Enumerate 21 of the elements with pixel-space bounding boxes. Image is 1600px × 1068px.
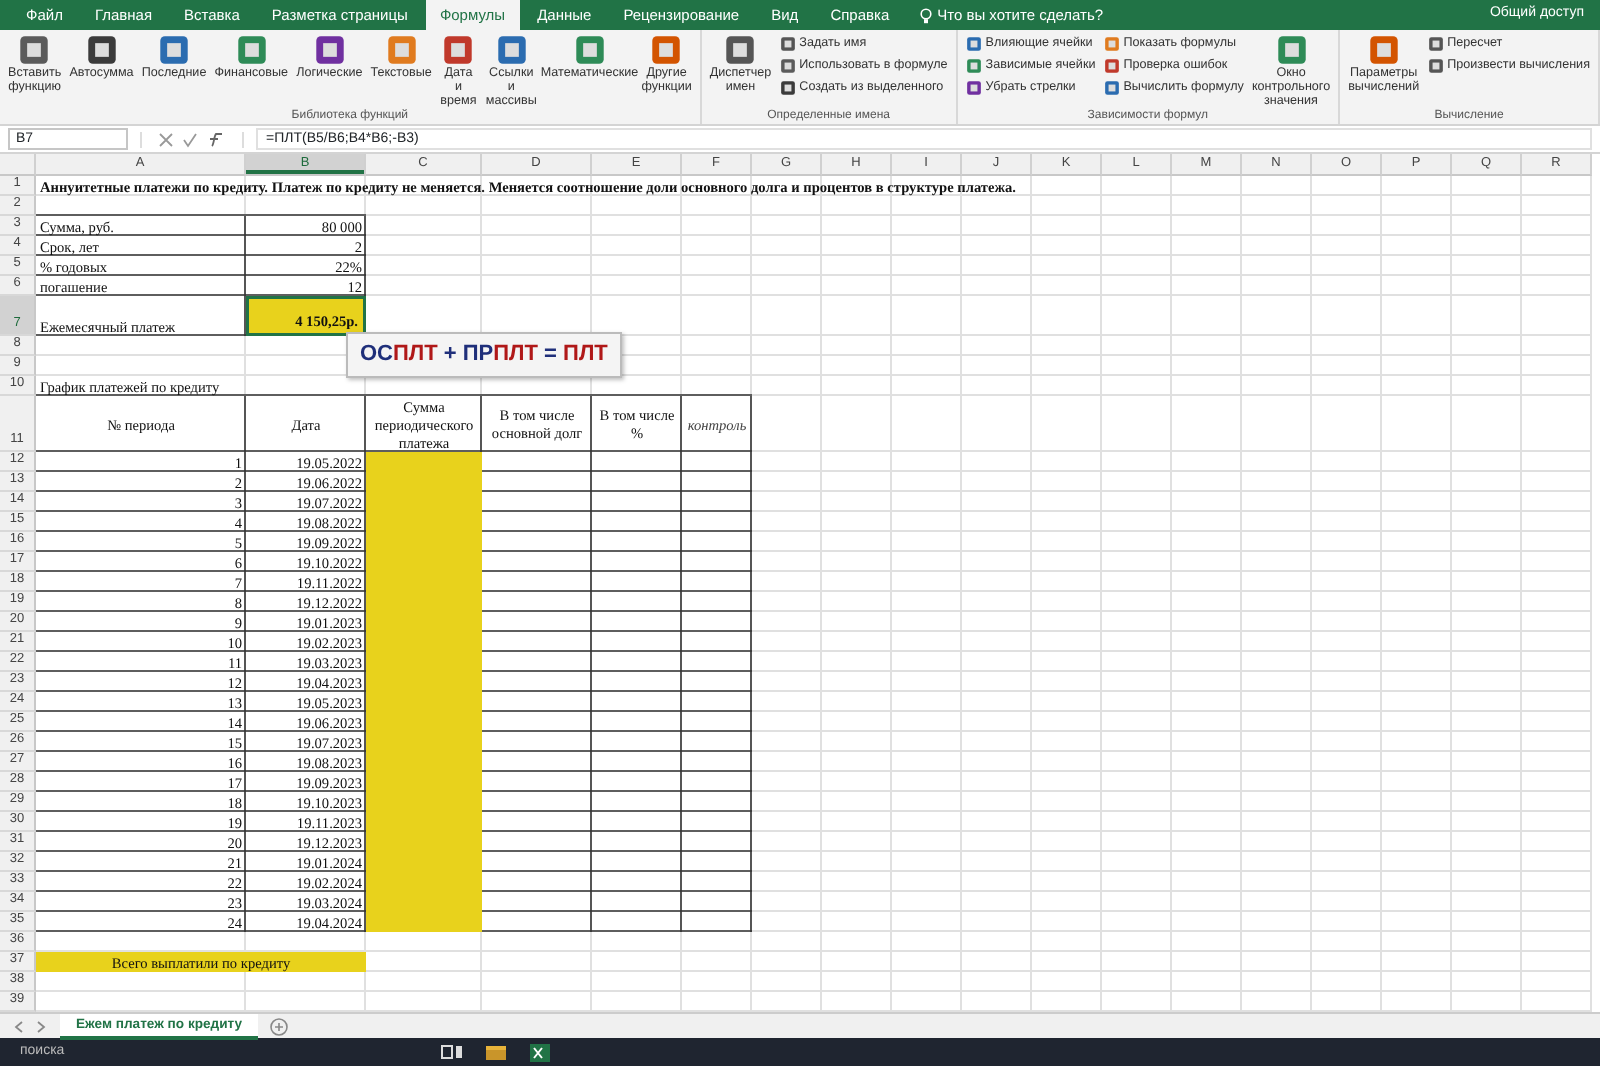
tile-icon	[965, 80, 982, 96]
tile-icon	[1103, 36, 1120, 52]
lightbulb-icon	[919, 7, 932, 23]
tile-icon	[1427, 36, 1444, 52]
spreadsheet-app-icon[interactable]	[528, 1041, 552, 1063]
add-sheet-icon[interactable]	[270, 1017, 289, 1035]
tile-icon	[1103, 58, 1120, 74]
tile-icon	[779, 80, 796, 96]
task-view-icon[interactable]	[440, 1041, 464, 1063]
tile-icon	[965, 36, 982, 52]
formula-text-box: ОСПЛТ + ПРПЛТ = ПЛТ	[346, 332, 622, 377]
highlighted-cell	[366, 912, 482, 932]
tile-icon	[1103, 80, 1120, 96]
tile-icon	[965, 58, 982, 74]
tile-icon	[779, 58, 796, 74]
tile-icon	[779, 36, 796, 52]
sheet-nav-arrows-icon[interactable]	[12, 1019, 48, 1033]
formula-controls-icon[interactable]	[158, 131, 226, 147]
tile-icon	[1427, 58, 1444, 74]
highlighted-cell	[366, 452, 482, 472]
folder-icon[interactable]	[484, 1041, 508, 1063]
